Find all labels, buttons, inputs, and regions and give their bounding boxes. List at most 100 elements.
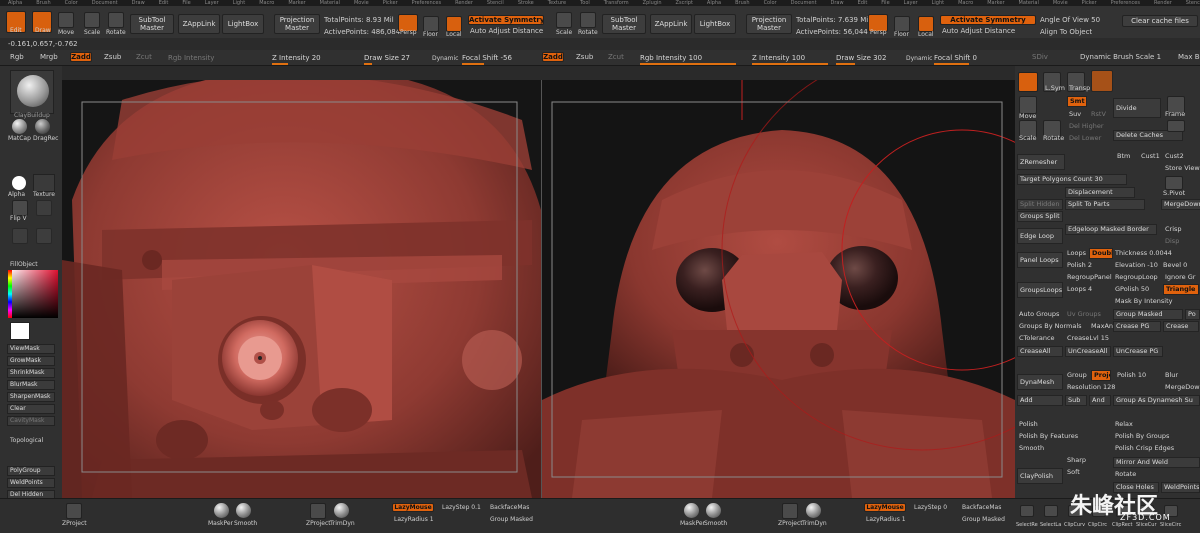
group-toggle[interactable]: Group <box>1067 371 1087 380</box>
edgeloop-masked-border-button[interactable]: Edgeloop Masked Border <box>1065 224 1157 235</box>
flip-h-icon[interactable] <box>36 200 52 216</box>
left-viewport[interactable] <box>62 80 541 498</box>
relax-toggle[interactable]: Relax <box>1115 420 1133 429</box>
group-masked-button[interactable]: Group Masked <box>1113 309 1183 320</box>
rgb-toggle[interactable]: Rgb <box>10 53 24 62</box>
merge-down-dynamesh[interactable]: MergeDow <box>1165 383 1200 392</box>
store-view-button[interactable]: Store View <box>1165 164 1200 173</box>
blur-slider[interactable]: Blur <box>1165 371 1178 380</box>
projection-master-button[interactable]: Projection Master <box>274 14 320 34</box>
zoom-icon[interactable] <box>1167 120 1185 132</box>
polish-2-slider[interactable]: Polish 2 <box>1067 261 1092 270</box>
mrgb-toggle[interactable]: Mrgb <box>40 53 58 62</box>
draw-size-slider-left[interactable]: Draw Size 27 <box>364 53 428 65</box>
dynamic-toggle-right[interactable]: Dynamic <box>906 54 932 63</box>
brush-preview[interactable] <box>10 70 54 114</box>
dragrect-icon[interactable] <box>35 119 50 134</box>
rgb-intensity-slider-right[interactable]: Rgb Intensity 100 <box>640 53 736 65</box>
auto-adjust-distance-left[interactable]: Auto Adjust Distance <box>470 27 543 36</box>
clay-polish-button[interactable]: ClayPolish <box>1017 468 1063 484</box>
backfacemask-toggle-right[interactable]: BackfaceMas <box>962 503 1001 512</box>
trimdyn-icon-right[interactable] <box>806 503 821 518</box>
lazyradius-slider-right[interactable]: LazyRadius 1 <box>866 515 906 524</box>
angle-of-view-slider[interactable]: Angle Of View 50 <box>1040 16 1100 25</box>
subtool-master-button-right[interactable]: SubTool Master <box>602 14 646 34</box>
crisp-toggle[interactable]: Crisp <box>1165 225 1182 234</box>
crease-button[interactable]: Crease <box>1163 321 1199 332</box>
uv-groups-button[interactable]: Uv Groups <box>1067 310 1101 319</box>
zapplink-button-right[interactable]: ZAppLink <box>650 14 692 34</box>
uncrease-all-button[interactable]: UnCreaseAll <box>1065 346 1111 357</box>
rotate-slider[interactable]: Rotate <box>1115 470 1136 479</box>
dynamesh-button[interactable]: DynaMesh <box>1017 374 1063 390</box>
align-to-object-button[interactable]: Align To Object <box>1040 28 1092 37</box>
bevel-slider[interactable]: Bevel 0 <box>1163 261 1187 270</box>
zcut-toggle[interactable]: Zcut <box>136 53 152 62</box>
mirror-icon[interactable] <box>36 228 52 244</box>
smt-toggle[interactable]: Smt <box>1067 96 1087 107</box>
left-mask-button[interactable]: SharpenMask <box>7 392 55 402</box>
thickness-slider[interactable]: Thickness 0.0044 <box>1115 249 1172 258</box>
del-higher-button[interactable]: Del Higher <box>1069 122 1104 131</box>
zadd-toggle[interactable]: Zadd <box>70 52 92 62</box>
displacement-button[interactable]: Displacement <box>1065 187 1135 198</box>
disp-toggle[interactable]: Disp <box>1165 237 1179 246</box>
mirror-and-weld-button[interactable]: Mirror And Weld <box>1113 457 1200 468</box>
triangle-toggle[interactable]: Triangle <box>1163 284 1199 295</box>
lightbox-button[interactable]: LightBox <box>222 14 264 34</box>
polish-toggle[interactable]: Polish <box>1019 420 1038 429</box>
rgb-intensity-slider-left[interactable]: Rgb Intensity <box>168 53 258 63</box>
zcut-toggle-right[interactable]: Zcut <box>608 53 624 62</box>
polish-by-groups-toggle[interactable]: Polish By Groups <box>1115 432 1169 441</box>
trimdyn-icon[interactable] <box>334 503 349 518</box>
brush-select-icon[interactable] <box>1091 70 1113 92</box>
sub-button[interactable]: Sub <box>1065 395 1087 406</box>
regroup-loop-toggle[interactable]: RegroupLoop <box>1115 273 1158 282</box>
dynamic-brush-scale-slider[interactable]: Dynamic Brush Scale 1 <box>1080 53 1161 62</box>
matcap-sphere-icon[interactable] <box>12 119 27 134</box>
alpha-icon[interactable] <box>12 176 26 190</box>
split-to-parts-button[interactable]: Split To Parts <box>1065 199 1145 210</box>
regroup-panel-toggle[interactable]: RegroupPanel <box>1067 273 1112 282</box>
lazyradius-slider[interactable]: LazyRadius 1 <box>394 515 434 524</box>
polish-by-features-toggle[interactable]: Polish By Features <box>1019 432 1078 441</box>
split-hidden-button[interactable]: Split Hidden <box>1017 199 1063 210</box>
weld-points-button[interactable]: WeldPoints <box>1161 482 1200 493</box>
clear-cache-button[interactable]: Clear cache files <box>1122 15 1198 27</box>
resolution-slider[interactable]: Resolution 128 <box>1067 383 1115 392</box>
move-icon[interactable] <box>58 12 74 28</box>
target-polygons-slider[interactable]: Target Polygons Count 30 <box>1017 174 1127 185</box>
selection-tool-icon[interactable] <box>1020 505 1034 517</box>
max-bend-slider[interactable]: Max Ben <box>1178 53 1200 62</box>
ignore-groups-toggle[interactable]: Ignore Gr <box>1165 273 1195 282</box>
rstv-toggle[interactable]: RstV <box>1091 110 1106 119</box>
smooth-slider[interactable]: Smooth <box>1019 444 1044 453</box>
smooth-icon-right[interactable] <box>706 503 721 518</box>
maskper-icon[interactable] <box>214 503 229 518</box>
cust1-button[interactable]: Cust1 <box>1141 152 1160 161</box>
edge-loop-button[interactable]: Edge Loop <box>1017 228 1063 244</box>
projection-master-button-right[interactable]: Projection Master <box>746 14 792 34</box>
group-masked-toggle[interactable]: Group Masked <box>490 515 533 524</box>
project-toggle[interactable]: Proje <box>1091 370 1111 381</box>
group-as-dynamesh-button[interactable]: Group As Dynamesh Su <box>1113 395 1200 406</box>
smooth-icon[interactable] <box>236 503 251 518</box>
pivot-icon[interactable] <box>1165 176 1183 190</box>
zadd-toggle-right[interactable]: Zadd <box>542 52 564 62</box>
zsub-toggle-right[interactable]: Zsub <box>576 53 593 62</box>
zproject-icon-2[interactable] <box>310 503 326 519</box>
sharp-slider[interactable]: Sharp <box>1067 456 1086 465</box>
scale-icon[interactable] <box>84 12 100 28</box>
suv-toggle[interactable]: Suv <box>1069 110 1081 119</box>
left-mask-button[interactable]: BlurMask <box>7 380 55 390</box>
groups-by-normals-button[interactable]: Groups By Normals <box>1019 322 1082 331</box>
lazystep-slider[interactable]: LazyStep 0.1 <box>442 503 481 512</box>
soft-slider[interactable]: Soft <box>1067 468 1080 477</box>
z-intensity-slider-left[interactable]: Z Intensity 20 <box>272 53 352 65</box>
left-mask-button[interactable]: Clear <box>7 404 55 414</box>
rotate-icon-right[interactable] <box>580 12 596 28</box>
rotate-icon[interactable] <box>108 12 124 28</box>
left-mask-button[interactable]: ViewMask <box>7 344 55 354</box>
lazystep-slider-right[interactable]: LazyStep 0 <box>914 503 947 512</box>
lazymouse-toggle[interactable]: LazyMouse <box>392 503 434 512</box>
